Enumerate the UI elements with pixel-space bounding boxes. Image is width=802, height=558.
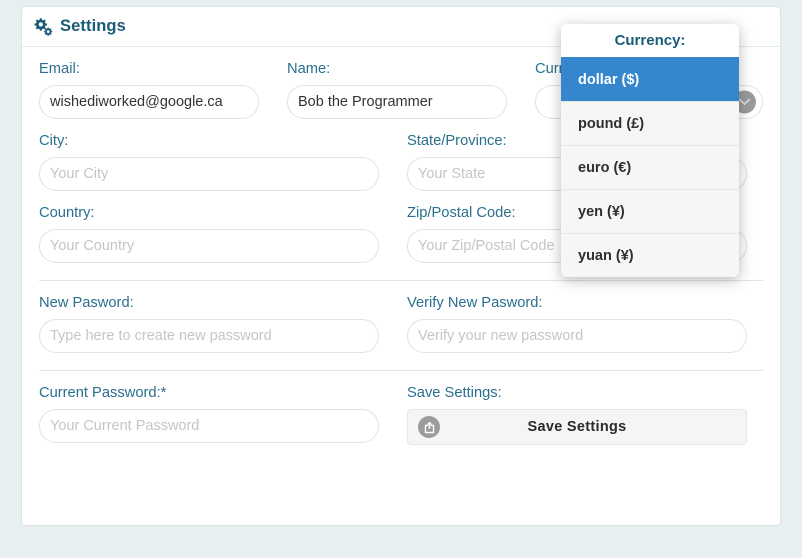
field-new-password: New Pasword: xyxy=(39,294,379,353)
name-label: Name: xyxy=(287,61,331,77)
currency-option-label: pound (£) xyxy=(578,115,645,132)
currency-dropdown[interactable]: Currency: dollar ($) pound (£) euro (€) … xyxy=(561,24,739,277)
currency-option-label: euro (€) xyxy=(578,159,632,176)
currency-option-label: yen (¥) xyxy=(578,203,625,220)
gears-icon xyxy=(34,18,53,36)
name-input[interactable] xyxy=(287,85,507,119)
field-current-password: Current Password:* xyxy=(39,384,379,443)
currency-option-label: dollar ($) xyxy=(578,71,640,88)
page-title: Settings xyxy=(60,17,126,35)
field-email: Email: xyxy=(39,60,259,119)
verify-password-input[interactable] xyxy=(407,319,747,353)
verify-password-label: Verify New Pasword: xyxy=(407,295,543,311)
field-city: City: xyxy=(39,132,379,191)
country-input[interactable] xyxy=(39,229,379,263)
save-settings-label: Save Settings: xyxy=(407,385,502,401)
save-settings-button[interactable]: Save Settings xyxy=(407,409,747,445)
country-label: Country: xyxy=(39,205,95,221)
currency-option-dollar[interactable]: dollar ($) xyxy=(561,57,739,101)
save-settings-button-label: Save Settings xyxy=(527,419,627,435)
new-password-label: New Pasword: xyxy=(39,295,134,311)
form-row-new-password: New Pasword: Verify New Pasword: xyxy=(39,294,763,353)
field-country: Country: xyxy=(39,204,379,263)
field-verify-password: Verify New Pasword: xyxy=(407,294,747,353)
currency-option-euro[interactable]: euro (€) xyxy=(561,145,739,189)
currency-option-label: yuan (¥) xyxy=(578,247,634,264)
email-input[interactable] xyxy=(39,85,259,119)
new-password-input[interactable] xyxy=(39,319,379,353)
section-divider-save xyxy=(39,370,763,371)
current-password-label: Current Password:* xyxy=(39,385,167,401)
currency-option-yuan[interactable]: yuan (¥) xyxy=(561,233,739,277)
currency-option-pound[interactable]: pound (£) xyxy=(561,101,739,145)
current-password-input[interactable] xyxy=(39,409,379,443)
field-name: Name: xyxy=(287,60,507,119)
currency-option-yen[interactable]: yen (¥) xyxy=(561,189,739,233)
section-divider-passwords xyxy=(39,280,763,281)
currency-dropdown-title: Currency: xyxy=(561,24,739,57)
field-save-settings: Save Settings: Save Settings xyxy=(407,384,747,445)
share-export-icon xyxy=(418,416,440,438)
city-input[interactable] xyxy=(39,157,379,191)
form-row-save: Current Password:* Save Settings: Save S… xyxy=(39,384,763,445)
email-label: Email: xyxy=(39,61,80,77)
city-label: City: xyxy=(39,133,69,149)
